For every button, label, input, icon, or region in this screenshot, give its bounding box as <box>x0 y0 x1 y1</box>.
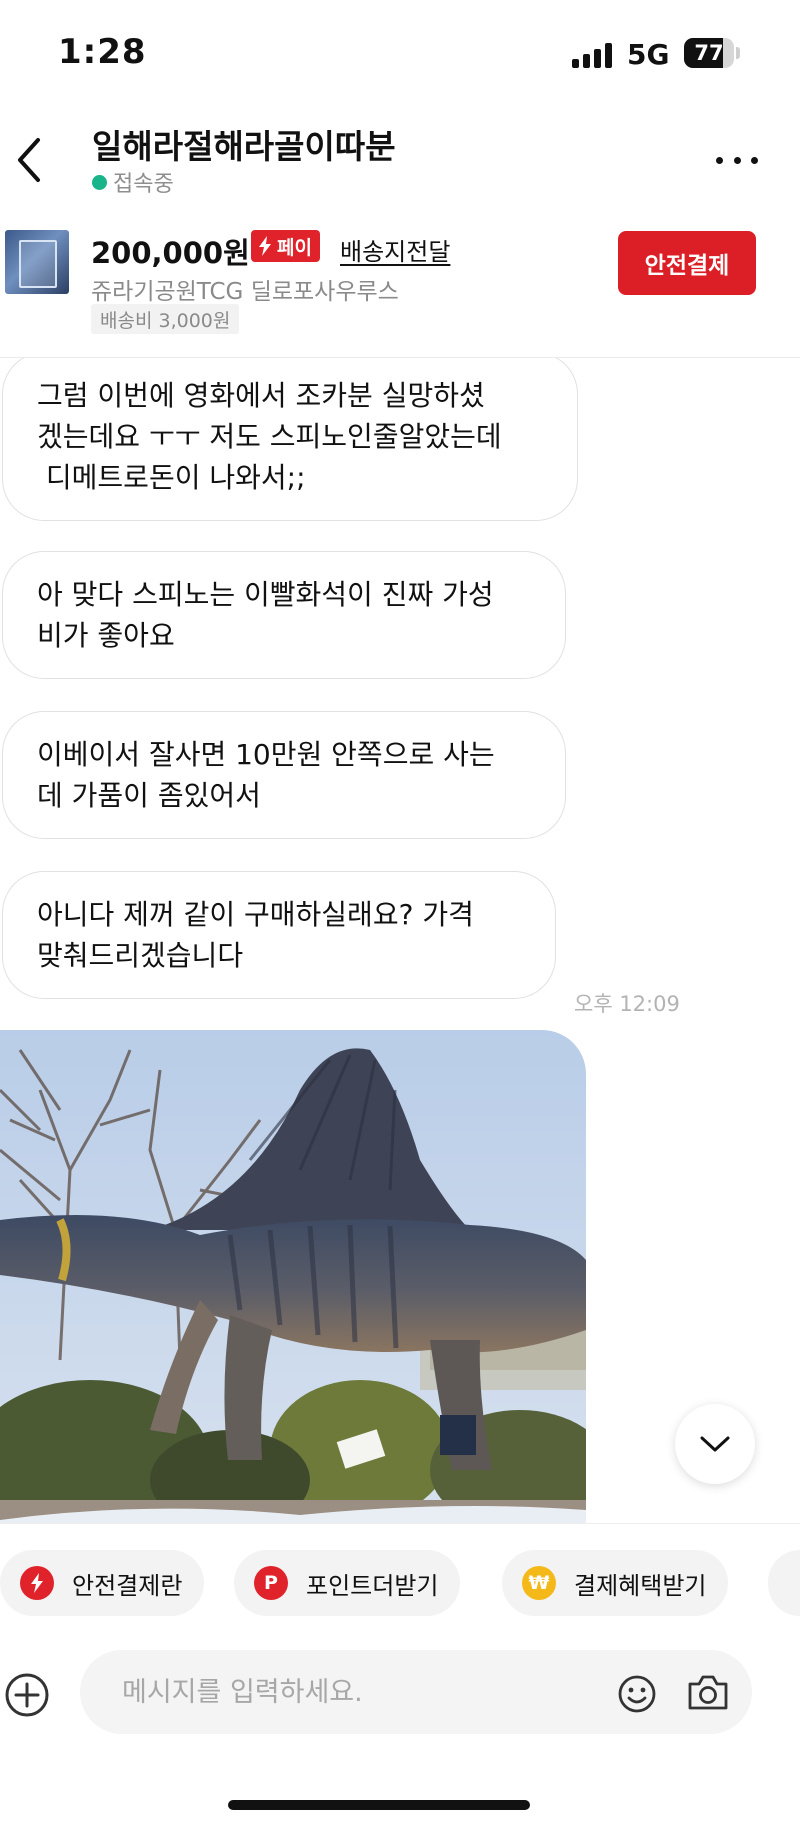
presence-label: 접속중 <box>113 172 174 197</box>
dinosaur-photo[interactable] <box>0 1030 586 1523</box>
product-bar[interactable]: 200,000원 페이 배송지전달 쥬라기공원TCG 딜로포사우루스 배송비 3… <box>0 218 800 358</box>
signal-icon <box>572 42 612 68</box>
message-composer <box>0 1650 800 1734</box>
battery-icon: 77 <box>684 38 734 68</box>
status-bar: 1:28 5G 77 <box>0 0 800 110</box>
delivery-link[interactable]: 배송지전달 <box>340 232 450 267</box>
message-bubble: 이베이서 잘사면 10만원 안쪽으로 사는 데 가품이 좀있어서 <box>2 711 566 839</box>
network-label: 5G <box>627 38 670 71</box>
quick-actions-bar: 안전결제란 P 포인트더받기 ₩ 결제혜택받기 <box>0 1523 800 1633</box>
presence-status: 접속중 <box>92 166 174 198</box>
message-bubble: 아 맞다 스피노는 이빨화석이 진짜 가성 비가 좋아요 <box>2 551 566 679</box>
quick-action-points[interactable]: P 포인트더받기 <box>234 1550 461 1616</box>
bolt-icon <box>259 236 271 256</box>
product-price: 200,000원 <box>91 236 250 270</box>
add-attachment-icon[interactable] <box>4 1672 50 1718</box>
quick-action-label: 안전결제란 <box>72 1571 183 1600</box>
pay-badge: 페이 <box>251 230 320 262</box>
message-time: 오후 12:09 <box>574 992 680 1016</box>
pay-badge-label: 페이 <box>277 236 312 259</box>
back-icon[interactable] <box>8 130 52 190</box>
point-icon: P <box>254 1566 288 1600</box>
quick-action-safe-pay-info[interactable]: 안전결제란 <box>0 1550 205 1616</box>
chat-header: 일해라절해라골이따분 접속중 <box>0 110 800 210</box>
status-time: 1:28 <box>58 32 147 72</box>
product-name: 쥬라기공원TCG 딜로포사우루스 <box>91 279 399 305</box>
quick-action-label: 결제혜택받기 <box>574 1571 707 1600</box>
emoji-icon[interactable] <box>617 1674 657 1714</box>
quick-action-more[interactable] <box>768 1550 800 1616</box>
message-list[interactable]: 그럼 이번에 영화에서 조카분 실망하셨 겠는데요 ㅜㅜ 저도 스피노인줄알았는… <box>0 358 800 1523</box>
more-options-icon[interactable] <box>712 138 762 182</box>
quick-action-payment-benefits[interactable]: ₩ 결제혜택받기 <box>502 1550 729 1616</box>
bolt-icon <box>20 1566 54 1600</box>
quick-action-label: 포인트더받기 <box>306 1571 439 1600</box>
chat-partner-name[interactable]: 일해라절해라골이따분 <box>92 120 396 168</box>
battery-nub <box>736 47 740 59</box>
shipping-fee: 배송비 3,000원 <box>91 304 240 334</box>
battery-percent: 77 <box>694 41 724 65</box>
dinosaur-statue-image <box>0 1030 586 1523</box>
message-bubble: 그럼 이번에 영화에서 조카분 실망하셨 겠는데요 ㅜㅜ 저도 스피노인줄알았는… <box>2 358 578 521</box>
product-thumbnail[interactable] <box>5 230 69 294</box>
online-dot-icon <box>92 174 107 190</box>
home-indicator <box>228 1800 530 1810</box>
safe-pay-button[interactable]: 안전결제 <box>618 231 756 295</box>
chevron-down-icon <box>700 1436 730 1452</box>
camera-icon[interactable] <box>686 1672 730 1712</box>
won-coin-icon: ₩ <box>522 1566 556 1600</box>
message-bubble: 아니다 제꺼 같이 구매하실래요? 가격 맞춰드리겠습니다 <box>2 871 556 999</box>
scroll-to-bottom-button[interactable] <box>675 1404 755 1484</box>
